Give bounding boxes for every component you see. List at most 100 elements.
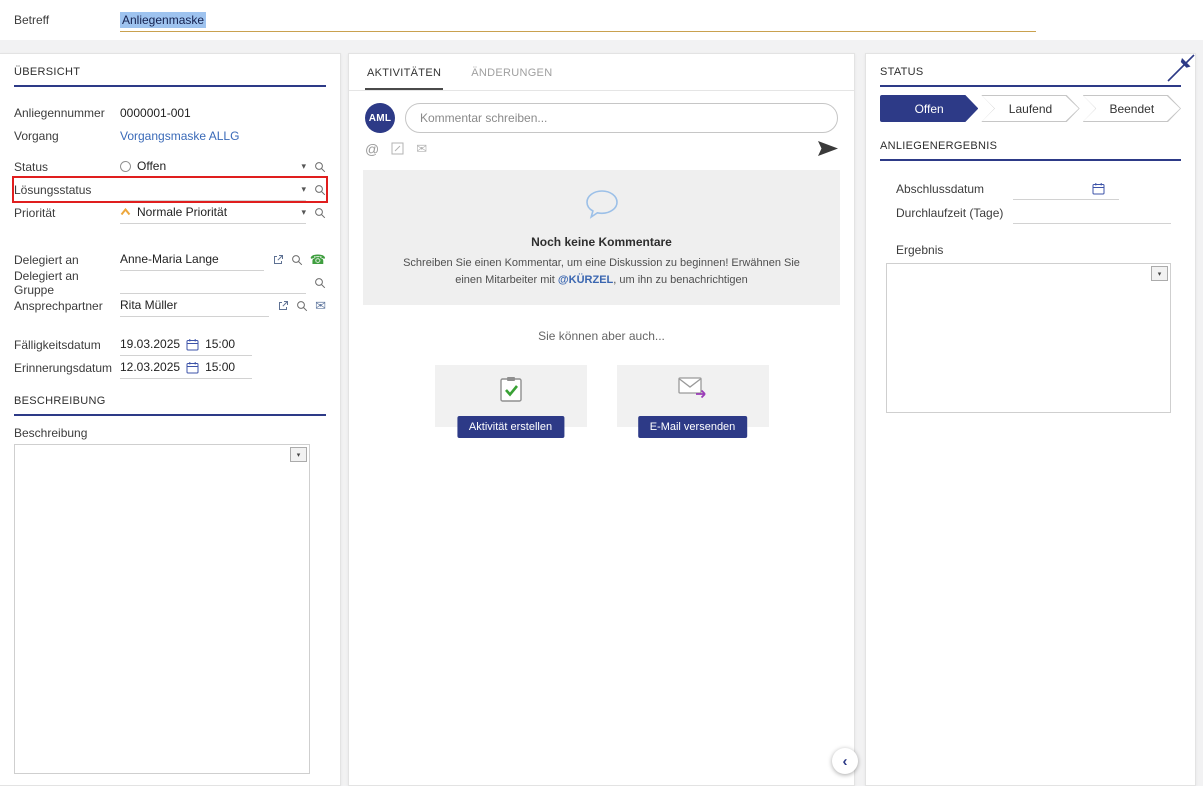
status-step-offen[interactable]: Offen: [880, 95, 978, 122]
status-label: Status: [14, 160, 120, 174]
anliegennummer-label: Anliegennummer: [14, 106, 120, 120]
betreff-label: Betreff: [14, 13, 120, 27]
row-anliegennummer: Anliegennummer 0000001-001: [14, 101, 326, 124]
avatar: AML: [365, 103, 395, 133]
delegiert-an-label: Delegiert an: [14, 253, 120, 267]
beschreibung-textarea[interactable]: ▾: [14, 444, 310, 774]
status-field[interactable]: Offen ▾: [120, 156, 306, 178]
faelligkeitsdatum-field[interactable]: 19.03.2025 15:00: [120, 334, 252, 356]
anliegen-window: Betreff Anliegenmaske ÜBERSICHT Anliegen…: [0, 0, 1203, 786]
chevron-down-icon[interactable]: ▾: [301, 208, 306, 217]
durchlaufzeit-label: Durchlaufzeit (Tage): [896, 206, 1013, 220]
delegiert-an-field[interactable]: Anne-Maria Lange: [120, 249, 264, 271]
prioritaet-field[interactable]: Normale Priorität ▾: [120, 202, 306, 224]
calendar-icon[interactable]: [186, 361, 199, 374]
row-vorgang: Vorgang Vorgangsmaske ALLG: [14, 124, 326, 147]
email-icon[interactable]: ✉: [315, 299, 326, 312]
comment-row: AML: [365, 103, 838, 133]
status-radio-icon: [120, 161, 131, 172]
row-abschlussdatum: Abschlussdatum: [896, 177, 1171, 201]
card-send-email: E-Mail versenden: [617, 365, 769, 427]
durchlaufzeit-field[interactable]: [1013, 202, 1171, 224]
comments-empty-state: Noch keine Kommentare Schreiben Sie eine…: [363, 170, 840, 305]
status-step-laufend[interactable]: Laufend: [981, 95, 1079, 122]
faelligkeitsdatum-label: Fälligkeitsdatum: [14, 338, 120, 352]
abschlussdatum-label: Abschlussdatum: [896, 182, 1013, 196]
chevron-down-icon[interactable]: ▾: [301, 162, 306, 171]
search-icon[interactable]: [314, 184, 326, 196]
search-icon[interactable]: [314, 207, 326, 219]
row-status: Status Offen ▾: [14, 155, 326, 178]
search-icon[interactable]: [296, 300, 308, 312]
section-title-status: STATUS: [880, 54, 1181, 87]
chevron-down-icon[interactable]: ▾: [301, 185, 306, 194]
loesungsstatus-field[interactable]: ▾: [120, 179, 306, 201]
empty-state-text-after: , um ihn zu benachrichtigen: [613, 274, 748, 286]
calendar-icon[interactable]: [1092, 182, 1105, 195]
status-step-beendet[interactable]: Beendet: [1083, 95, 1181, 122]
also-text: Sie können aber auch...: [349, 329, 854, 343]
send-icon[interactable]: [818, 141, 838, 156]
tab-aktivitaeten[interactable]: AKTIVITÄTEN: [365, 54, 443, 90]
email-send-icon: [678, 375, 708, 399]
phone-icon[interactable]: ☎: [310, 253, 326, 266]
row-erinnerungsdatum: Erinnerungsdatum 12.03.2025 15:00: [14, 356, 326, 379]
open-record-icon[interactable]: [272, 254, 284, 266]
status-result-panel: STATUS Offen Laufend Beendet ANLIEGENERG…: [865, 53, 1196, 786]
collapse-panel-button[interactable]: ‹: [832, 748, 858, 774]
calendar-icon[interactable]: [186, 338, 199, 351]
ansprechpartner-field[interactable]: Rita Müller: [120, 295, 269, 317]
section-title-beschreibung: BESCHREIBUNG: [14, 395, 326, 416]
search-icon[interactable]: [314, 161, 326, 173]
delegiert-an-gruppe-field[interactable]: [120, 272, 306, 294]
tab-aenderungen[interactable]: ÄNDERUNGEN: [469, 54, 554, 90]
beschreibung-label: Beschreibung: [14, 426, 326, 440]
create-activity-button[interactable]: Aktivität erstellen: [457, 416, 564, 438]
send-email-button[interactable]: E-Mail versenden: [638, 416, 748, 438]
row-ansprechpartner: Ansprechpartner Rita Müller ✉: [14, 294, 326, 317]
activities-tabbar: AKTIVITÄTEN ÄNDERUNGEN: [349, 54, 854, 91]
comment-toolbar: @ ✉: [365, 141, 838, 156]
section-title-uebersicht: ÜBERSICHT: [14, 54, 326, 87]
search-icon[interactable]: [314, 277, 326, 289]
activities-panel: AKTIVITÄTEN ÄNDERUNGEN AML @ ✉ Noch kein…: [348, 53, 855, 786]
search-icon[interactable]: [291, 254, 303, 266]
email-icon[interactable]: ✉: [416, 142, 427, 155]
note-icon[interactable]: [391, 142, 404, 155]
open-record-icon[interactable]: [277, 300, 289, 312]
vorgang-label: Vorgang: [14, 129, 120, 143]
clipboard-check-icon: [498, 375, 524, 403]
vorgang-link[interactable]: Vorgangsmaske ALLG: [120, 129, 239, 143]
empty-state-title: Noch keine Kommentare: [391, 235, 812, 249]
dropdown-button[interactable]: ▾: [1151, 266, 1168, 281]
anliegennummer-value: 0000001-001: [120, 102, 326, 124]
overview-fields: Anliegennummer 0000001-001 Vorgang Vorga…: [14, 101, 326, 379]
priority-normal-icon: [120, 208, 131, 216]
erinnerungsdatum-time: 15:00: [205, 360, 235, 374]
topbar: Betreff Anliegenmaske: [0, 0, 1203, 40]
comment-input[interactable]: [405, 103, 838, 133]
section-title-anliegenergebnis: ANLIEGENERGEBNIS: [880, 140, 1181, 161]
erinnerungsdatum-date: 12.03.2025: [120, 360, 180, 374]
prioritaet-label: Priorität: [14, 206, 120, 220]
erinnerungsdatum-field[interactable]: 12.03.2025 15:00: [120, 357, 252, 379]
loesungsstatus-label: Lösungsstatus: [14, 183, 120, 197]
row-faelligkeitsdatum: Fälligkeitsdatum 19.03.2025 15:00: [14, 333, 326, 356]
ansprechpartner-value: Rita Müller: [120, 298, 177, 312]
ergebnis-label: Ergebnis: [896, 243, 1181, 257]
ergebnis-textarea[interactable]: ▾: [886, 263, 1171, 413]
mention-icon[interactable]: @: [365, 142, 379, 156]
abschlussdatum-field[interactable]: [1013, 178, 1119, 200]
result-fields: Abschlussdatum Durchlaufzeit (Tage): [880, 177, 1181, 225]
delegiert-an-gruppe-label: Delegiert an Gruppe: [14, 269, 120, 297]
faelligkeitsdatum-time: 15:00: [205, 337, 235, 351]
row-prioritaet: Priorität Normale Priorität ▾: [14, 201, 326, 224]
speech-bubble-icon: [584, 188, 620, 220]
edit-pencil-corner-icon[interactable]: [1167, 54, 1195, 82]
betreff-input[interactable]: Anliegenmaske: [120, 9, 1036, 32]
row-delegiert-an-gruppe: Delegiert an Gruppe: [14, 271, 326, 294]
faelligkeitsdatum-date: 19.03.2025: [120, 337, 180, 351]
empty-state-text: Schreiben Sie einen Kommentar, um eine D…: [391, 255, 812, 289]
dropdown-button[interactable]: ▾: [290, 447, 307, 462]
betreff-value-selected-text: Anliegenmaske: [120, 12, 206, 28]
